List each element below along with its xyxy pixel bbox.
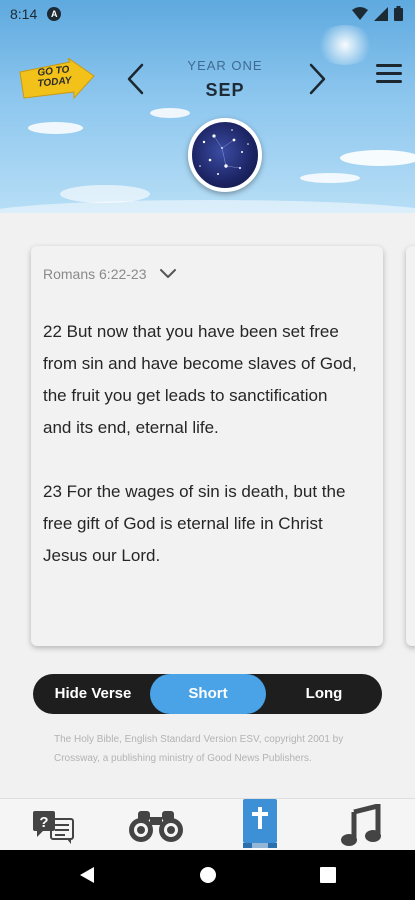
cloud: [28, 122, 83, 134]
recents-icon[interactable]: [320, 867, 336, 883]
go-to-today-button[interactable]: GO TO TODAY: [18, 57, 96, 102]
question-chat-icon[interactable]: ?: [28, 803, 78, 849]
verse-reference-dropdown[interactable]: Romans 6:22-23: [43, 266, 177, 282]
back-icon[interactable]: [78, 866, 96, 884]
chevron-left-icon[interactable]: [124, 62, 148, 96]
status-time: 8:14: [10, 6, 38, 22]
verse-reference: Romans 6:22-23: [43, 266, 147, 282]
hide-verse-option[interactable]: Hide Verse: [33, 674, 153, 714]
system-nav-bar: [0, 850, 415, 900]
status-bar: 8:14 A: [0, 0, 415, 28]
music-note-icon[interactable]: [338, 803, 386, 849]
long-option[interactable]: Long: [266, 674, 382, 714]
bible-icon[interactable]: [238, 799, 282, 851]
bottom-nav: ?: [0, 798, 415, 851]
month-label: SEP: [205, 80, 245, 100]
next-card-peek[interactable]: [406, 246, 415, 646]
chevron-down-icon: [159, 269, 176, 278]
app-indicator-icon: A: [47, 7, 62, 21]
home-icon[interactable]: [199, 866, 217, 884]
wifi-icon: [352, 6, 368, 20]
sun-glow: [315, 25, 375, 65]
cloud: [150, 108, 190, 118]
svg-text:?: ?: [39, 814, 48, 831]
hamburger-menu-icon[interactable]: [376, 64, 402, 86]
battery-icon: [394, 6, 403, 21]
chevron-right-icon[interactable]: [305, 62, 329, 96]
verse-length-toggle: Hide Verse Short Long: [33, 674, 382, 714]
verse-text: 22 But now that you have been set free f…: [43, 322, 357, 565]
short-option[interactable]: Short: [150, 674, 266, 714]
copyright-notice: The Holy Bible, English Standard Version…: [54, 734, 344, 764]
binoculars-icon[interactable]: [124, 803, 188, 849]
year-label: YEAR ONE: [187, 58, 263, 73]
starry-orb-image[interactable]: [188, 118, 262, 192]
signal-icon: [374, 6, 388, 21]
cloud: [300, 173, 360, 183]
constellation-icon: [199, 129, 249, 175]
cloud: [0, 200, 415, 213]
cloud: [340, 150, 415, 166]
verse-card: Romans 6:22-23 22 But now that you have …: [31, 246, 383, 646]
